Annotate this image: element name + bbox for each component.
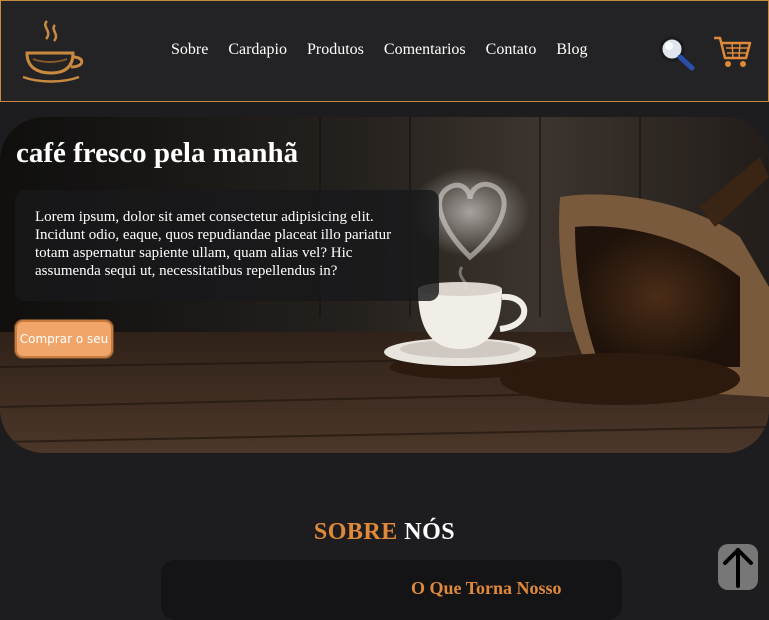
back-to-top-button[interactable] <box>718 544 758 590</box>
hero-title: café fresco pela manhã <box>16 137 299 169</box>
arrow-up-icon <box>723 548 753 588</box>
shopping-cart-icon[interactable] <box>712 34 752 70</box>
nav-link-blog[interactable]: Blog <box>556 41 587 59</box>
nav-link-produtos[interactable]: Produtos <box>307 41 364 59</box>
nav-link-sobre[interactable]: Sobre <box>171 41 208 59</box>
about-section-title: SOBRE NÓS <box>0 519 769 546</box>
nav-link-cardapio[interactable]: Cardapio <box>228 41 287 59</box>
buy-button[interactable]: Comprar o seu <box>15 320 113 358</box>
about-card-title: O Que Torna Nosso <box>411 578 562 598</box>
site-header: Sobre Cardapio Produtos Comentarios Cont… <box>0 0 769 102</box>
nav-link-contato[interactable]: Contato <box>486 41 537 59</box>
search-icon[interactable] <box>657 35 697 73</box>
about-title-accent: SOBRE <box>313 518 398 545</box>
hero-banner: café fresco pela manhã Lorem ipsum, dolo… <box>0 117 769 453</box>
about-title-rest: NÓS <box>404 518 456 545</box>
hero-description: Lorem ipsum, dolor sit amet consectetur … <box>15 190 439 301</box>
about-card: O Que Torna Nosso <box>161 560 622 620</box>
nav-link-comentarios[interactable]: Comentarios <box>384 41 466 59</box>
main-nav: Sobre Cardapio Produtos Comentarios Cont… <box>171 41 607 59</box>
coffee-logo-icon[interactable] <box>19 17 89 85</box>
